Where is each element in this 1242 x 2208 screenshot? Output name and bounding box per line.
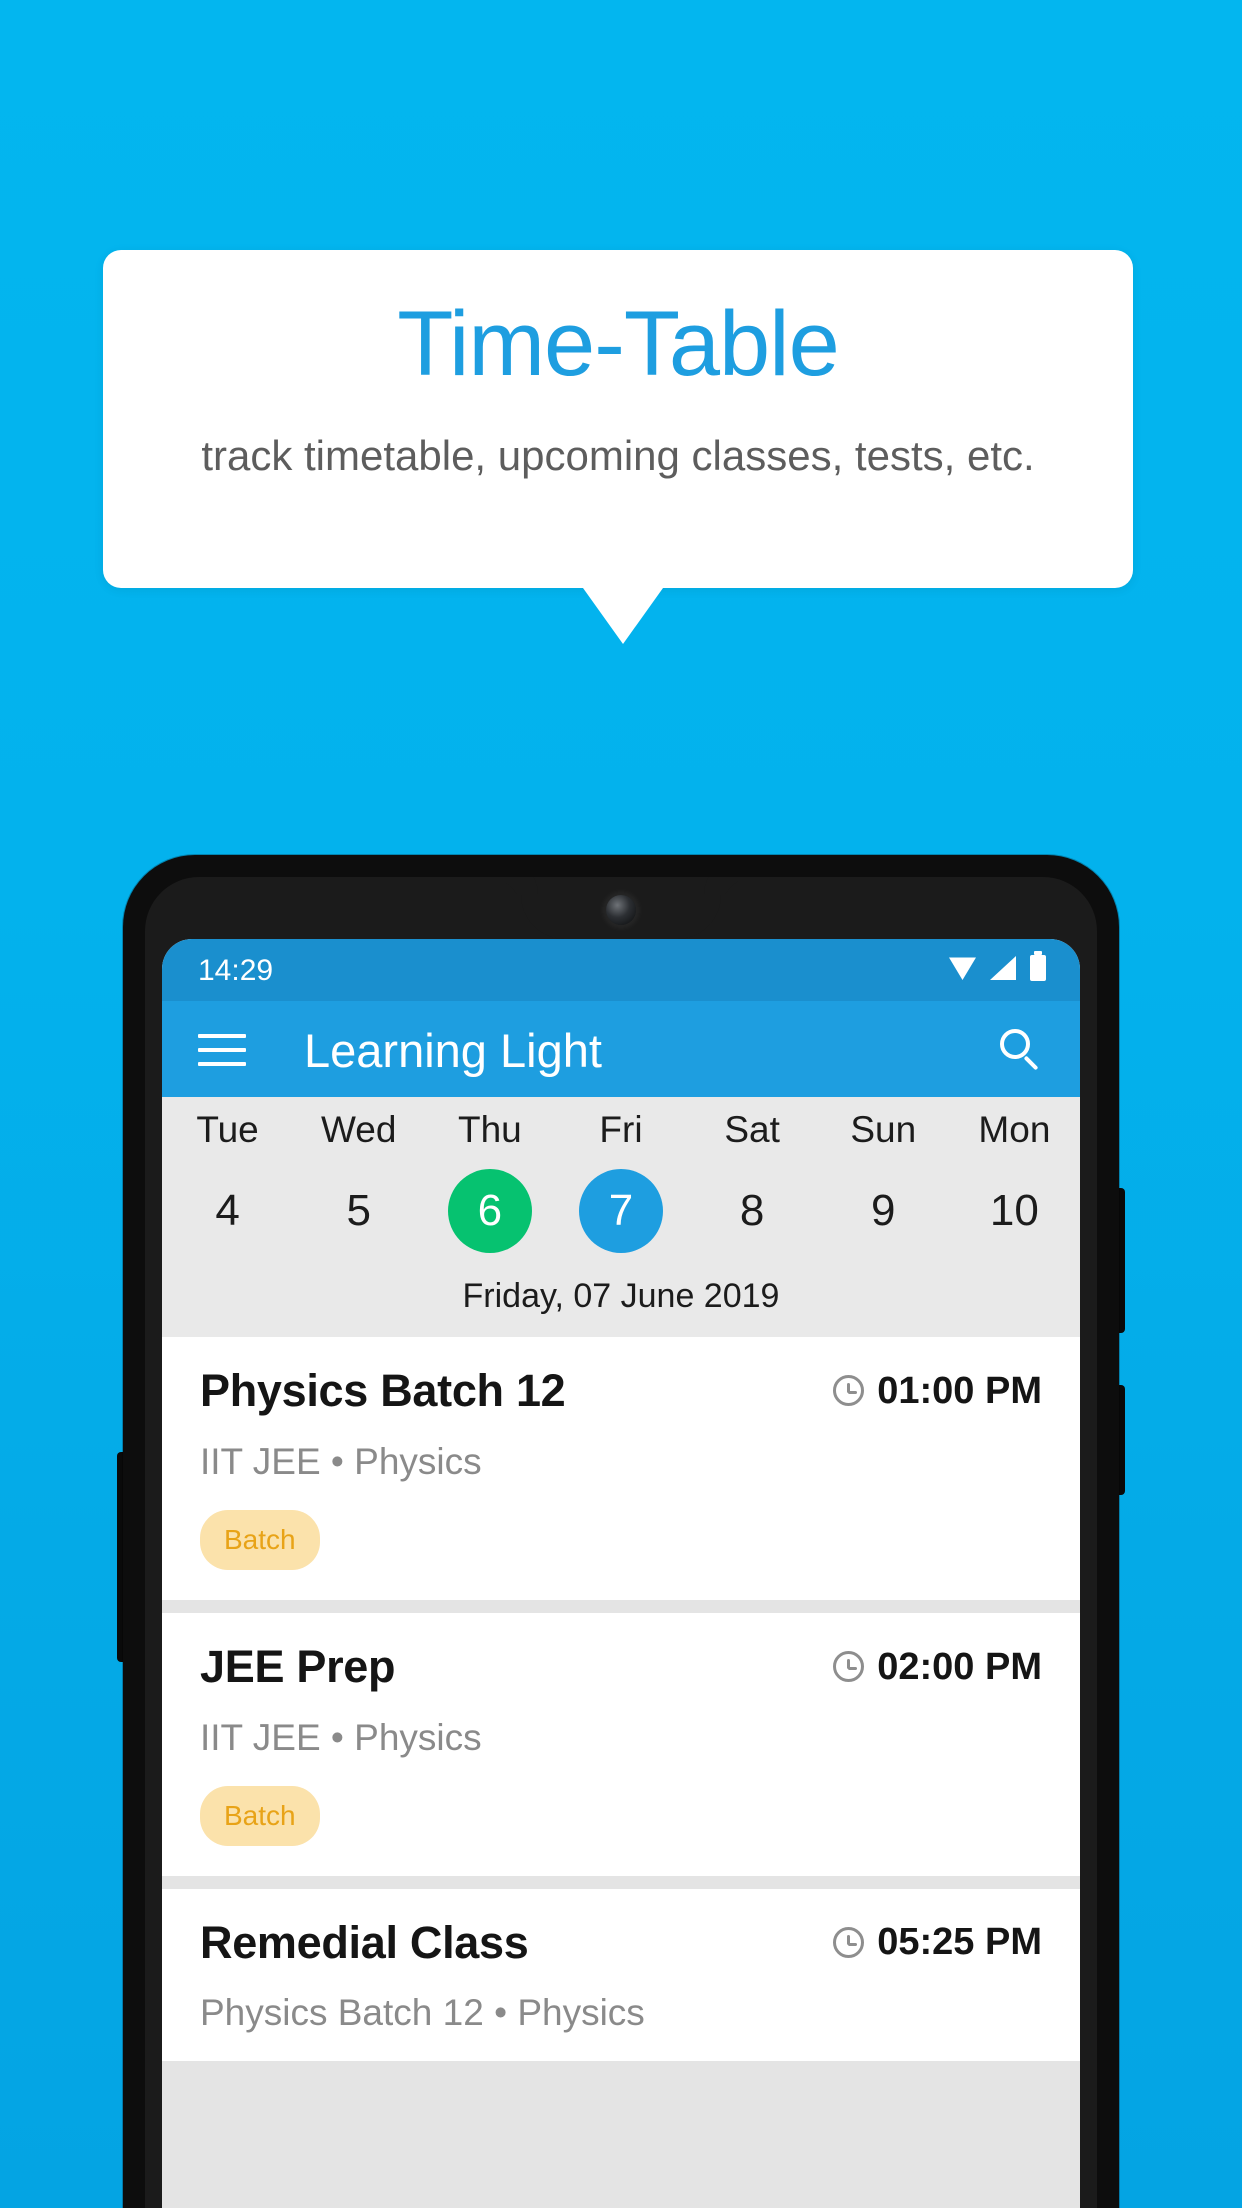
day-cell-wed[interactable]: Wed 5 <box>293 1097 424 1277</box>
day-name: Sat <box>724 1109 780 1150</box>
wifi-icon <box>949 957 976 980</box>
day-number: 9 <box>871 1186 896 1235</box>
day-name: Fri <box>599 1109 643 1150</box>
day-number: 10 <box>989 1186 1039 1235</box>
badge-row: Batch <box>200 1509 1042 1570</box>
search-icon-ring <box>1000 1029 1030 1059</box>
class-subtitle: Physics Batch 12 • Physics <box>200 1992 645 2034</box>
day-number-circle: 10 <box>972 1169 1056 1253</box>
class-subtitle: IIT JEE • Physics <box>200 1716 482 1758</box>
class-card-header: Physics Batch 12 01:00 PM <box>200 1365 1042 1417</box>
day-number-circle: 5 <box>317 1169 401 1253</box>
day-number-circle: 4 <box>186 1169 270 1253</box>
callout-tail <box>583 588 663 644</box>
day-cell-sun[interactable]: Sun 9 <box>818 1097 949 1277</box>
day-cell-thu[interactable]: Thu 6 <box>424 1097 555 1277</box>
status-bar-time: 14:29 <box>198 954 274 987</box>
day-name: Tue <box>196 1109 259 1150</box>
app-bar-title: Learning Light <box>304 1024 602 1077</box>
clock-icon <box>833 1926 865 1958</box>
status-bar: 14:29 <box>162 939 1080 1001</box>
phone-screen: 14:29 Learning Light Tue 4 Wed 5 Thu 6 F… <box>162 939 1080 2208</box>
day-cell-fri[interactable]: Fri 7 <box>555 1097 686 1277</box>
badge-row: Batch <box>200 1785 1042 1846</box>
clock-icon <box>833 1651 865 1683</box>
day-number: 8 <box>739 1186 765 1235</box>
battery-icon <box>1030 951 1046 981</box>
app-bar: Learning Light <box>162 1001 1080 1097</box>
class-card[interactable]: Remedial Class 05:25 PM Physics Batch 12 •… <box>162 1888 1080 2062</box>
status-bar-icons <box>949 951 1046 981</box>
day-number-circle: 7 <box>578 1169 663 1253</box>
hamburger-line <box>198 1034 246 1038</box>
search-icon-handle <box>1023 1055 1039 1071</box>
class-time-wrap: 01:00 PM <box>833 1372 1042 1410</box>
callout-subtitle: track timetable, upcoming classes, tests… <box>201 432 1035 479</box>
day-number-circle: 8 <box>710 1169 794 1253</box>
date-strip: Tue 4 Wed 5 Thu 6 Fri 7 Sat 8 Sun 9 Mon 10 Friday, 07… <box>162 1097 1080 1337</box>
class-time-wrap: 02:00 PM <box>833 1648 1042 1686</box>
class-title: Remedial Class <box>200 1916 529 1968</box>
day-cell-mon[interactable]: Mon 10 <box>949 1097 1080 1277</box>
class-time: 01:00 PM <box>877 1369 1042 1412</box>
hamburger-line <box>198 1062 246 1066</box>
callout-title: Time-Table <box>397 293 840 395</box>
clock-icon <box>833 1375 865 1407</box>
class-type-badge: Batch <box>200 1785 320 1846</box>
class-card-header: JEE Prep 02:00 PM <box>200 1641 1042 1693</box>
class-type-badge: Batch <box>200 1509 320 1570</box>
day-name: Wed <box>321 1109 397 1150</box>
day-number: 4 <box>215 1186 240 1235</box>
class-time: 05:25 PM <box>877 1921 1042 1964</box>
class-card-header: Remedial Class 05:25 PM <box>200 1917 1042 1969</box>
day-number: 7 <box>608 1186 634 1235</box>
class-subtitle: IIT JEE • Physics <box>200 1440 482 1482</box>
hamburger-line <box>198 1048 246 1052</box>
day-cell-tue[interactable]: Tue 4 <box>162 1097 293 1277</box>
day-cell-sat[interactable]: Sat 8 <box>687 1097 818 1277</box>
signal-icon <box>990 956 1016 980</box>
class-list[interactable]: Physics Batch 12 01:00 PM IIT JEE • Physic… <box>162 1337 1080 2208</box>
phone-bezel: 14:29 Learning Light Tue 4 Wed 5 Thu 6 F… <box>145 877 1097 2208</box>
day-number: 6 <box>477 1186 503 1235</box>
front-camera-icon <box>606 895 636 925</box>
day-number-circle: 9 <box>841 1169 925 1253</box>
phone-mockup: 14:29 Learning Light Tue 4 Wed 5 Thu 6 F… <box>123 855 1119 2208</box>
selected-date-label: Friday, 07 June 2019 <box>462 1277 780 1315</box>
day-name: Sun <box>850 1109 917 1150</box>
class-title: Physics Batch 12 <box>200 1365 566 1416</box>
class-time-wrap: 05:25 PM <box>833 1923 1042 1961</box>
hamburger-menu-icon[interactable] <box>198 1034 246 1066</box>
class-card[interactable]: JEE Prep 02:00 PM IIT JEE • Physics Batch <box>162 1612 1080 1876</box>
day-number: 5 <box>346 1186 371 1235</box>
class-title: JEE Prep <box>200 1640 396 1692</box>
class-card[interactable]: Physics Batch 12 01:00 PM IIT JEE • Physic… <box>162 1337 1080 1600</box>
search-icon[interactable] <box>1000 1029 1044 1073</box>
day-name: Thu <box>457 1109 522 1150</box>
class-time: 02:00 PM <box>877 1645 1042 1688</box>
day-number-circle: 6 <box>447 1169 532 1253</box>
day-selector: Tue 4 Wed 5 Thu 6 Fri 7 Sat 8 Sun 9 Mon 10 <box>162 1097 1080 1277</box>
callout-bubble: Time-Table track timetable, upcoming cla… <box>103 250 1133 588</box>
day-name: Mon <box>978 1109 1051 1150</box>
promo-stage: Time-Table track timetable, upcoming cla… <box>0 0 1242 2208</box>
